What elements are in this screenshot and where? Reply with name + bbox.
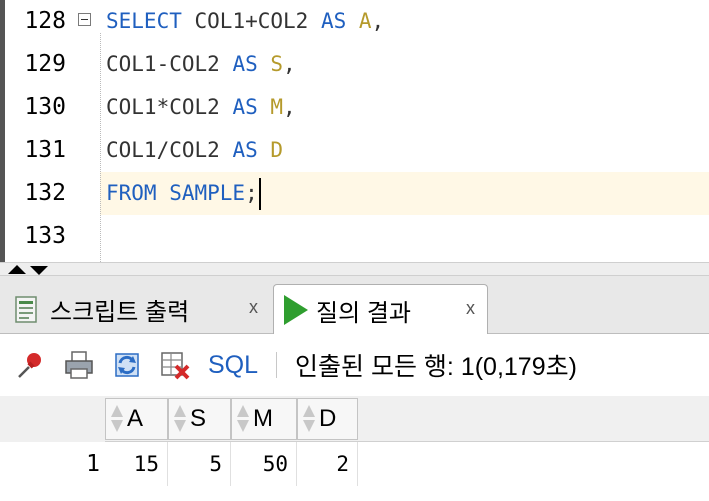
tab-label: 질의 결과 <box>316 299 411 327</box>
column-alias: A <box>358 9 372 33</box>
tab-close-icon[interactable]: x <box>466 298 475 319</box>
identifier: , <box>371 9 385 33</box>
code-line[interactable]: 133 <box>0 215 709 258</box>
panel-splitter[interactable] <box>0 262 709 276</box>
sort-icon[interactable] <box>109 405 125 433</box>
delete-grid-icon[interactable] <box>158 348 192 382</box>
collapse-up-icon[interactable] <box>8 265 26 274</box>
result-grid[interactable]: A S M D 1 15 5 50 2 <box>0 396 709 501</box>
column-header[interactable]: S <box>168 398 231 440</box>
sort-icon[interactable] <box>301 405 317 433</box>
code-line[interactable]: 131 COL1/COL2 AS D <box>0 129 709 172</box>
sql-keyword: AS <box>232 52 271 76</box>
table-cell[interactable]: 2 <box>297 442 358 486</box>
identifier: , <box>283 95 296 119</box>
result-toolbar: SQL 인출된 모든 행: 1(0,179초) <box>0 334 709 396</box>
code-line[interactable]: 128 SELECT COL1+COL2 AS A, <box>0 0 709 43</box>
play-icon <box>284 295 308 325</box>
refresh-icon[interactable] <box>110 348 144 382</box>
identifier: COL1*COL2 <box>106 95 233 119</box>
identifier: ; <box>245 181 258 205</box>
column-alias: S <box>270 52 284 76</box>
table-cell[interactable]: 15 <box>105 442 168 486</box>
column-name: D <box>319 405 337 432</box>
identifier: , <box>283 52 296 76</box>
sql-keyword: SAMPLE <box>169 181 246 205</box>
line-number: 132 <box>24 180 66 206</box>
script-output-icon <box>15 296 37 323</box>
line-number: 130 <box>24 94 66 120</box>
sql-keyword: SELECT <box>106 9 195 33</box>
table-row[interactable]: 1 15 5 50 2 <box>0 442 709 486</box>
text-caret <box>258 178 261 210</box>
column-alias: M <box>270 95 284 119</box>
column-header[interactable]: M <box>231 398 297 440</box>
pin-icon[interactable] <box>14 348 48 382</box>
sql-keyword: FROM <box>106 181 170 205</box>
column-name: A <box>127 405 144 432</box>
fetch-status: 인출된 모든 행: 1(0,179초) <box>295 353 577 381</box>
identifier: COL1-COL2 <box>106 52 233 76</box>
tab-label: 스크립트 출력 <box>50 298 190 326</box>
table-cell[interactable]: 50 <box>231 442 297 486</box>
code-text: FROM SAMPLE; <box>106 172 261 215</box>
sort-icon[interactable] <box>172 405 188 433</box>
tab-query-result[interactable]: 질의 결과 x <box>273 284 488 335</box>
table-cell[interactable]: 5 <box>168 442 231 486</box>
collapse-down-icon[interactable] <box>30 266 48 275</box>
code-text: COL1*COL2 AS M, <box>106 86 296 129</box>
row-number: 1 <box>86 451 100 477</box>
code-line[interactable]: 130 COL1*COL2 AS M, <box>0 86 709 129</box>
sql-keyword: AS <box>232 138 271 162</box>
column-alias: D <box>270 138 284 162</box>
code-text: COL1-COL2 AS S, <box>106 43 296 86</box>
output-tab-strip: 스크립트 출력 x 질의 결과 x <box>0 276 709 335</box>
fold-toggle-icon[interactable] <box>78 13 91 26</box>
tab-script-output[interactable]: 스크립트 출력 x <box>8 284 270 334</box>
code-text: COL1/COL2 AS D <box>106 129 283 172</box>
line-number: 131 <box>24 137 66 163</box>
code-text: SELECT COL1+COL2 AS A, <box>106 0 384 43</box>
sort-icon[interactable] <box>235 405 251 433</box>
tab-close-icon[interactable]: x <box>249 297 258 318</box>
column-name: M <box>253 405 273 432</box>
row-number-header <box>0 396 105 442</box>
line-number: 128 <box>24 8 66 34</box>
line-number: 133 <box>24 223 66 249</box>
sql-button[interactable]: SQL <box>208 351 258 380</box>
code-line[interactable]: 129 COL1-COL2 AS S, <box>0 43 709 86</box>
sql-editor[interactable]: 128 SELECT COL1+COL2 AS A, 129 COL1-COL2 AS… <box>0 0 709 262</box>
sql-keyword: AS <box>232 95 271 119</box>
identifier: COL1/COL2 <box>106 138 233 162</box>
code-line[interactable]: 132 FROM SAMPLE; <box>0 172 709 215</box>
toolbar-separator <box>276 352 278 378</box>
identifier: COL1+COL2 <box>194 9 321 33</box>
column-name: S <box>190 405 207 432</box>
print-icon[interactable] <box>62 348 96 382</box>
sql-keyword: AS <box>320 9 359 33</box>
line-number: 129 <box>24 51 66 77</box>
column-header[interactable]: D <box>297 398 358 440</box>
column-header[interactable]: A <box>105 398 168 440</box>
